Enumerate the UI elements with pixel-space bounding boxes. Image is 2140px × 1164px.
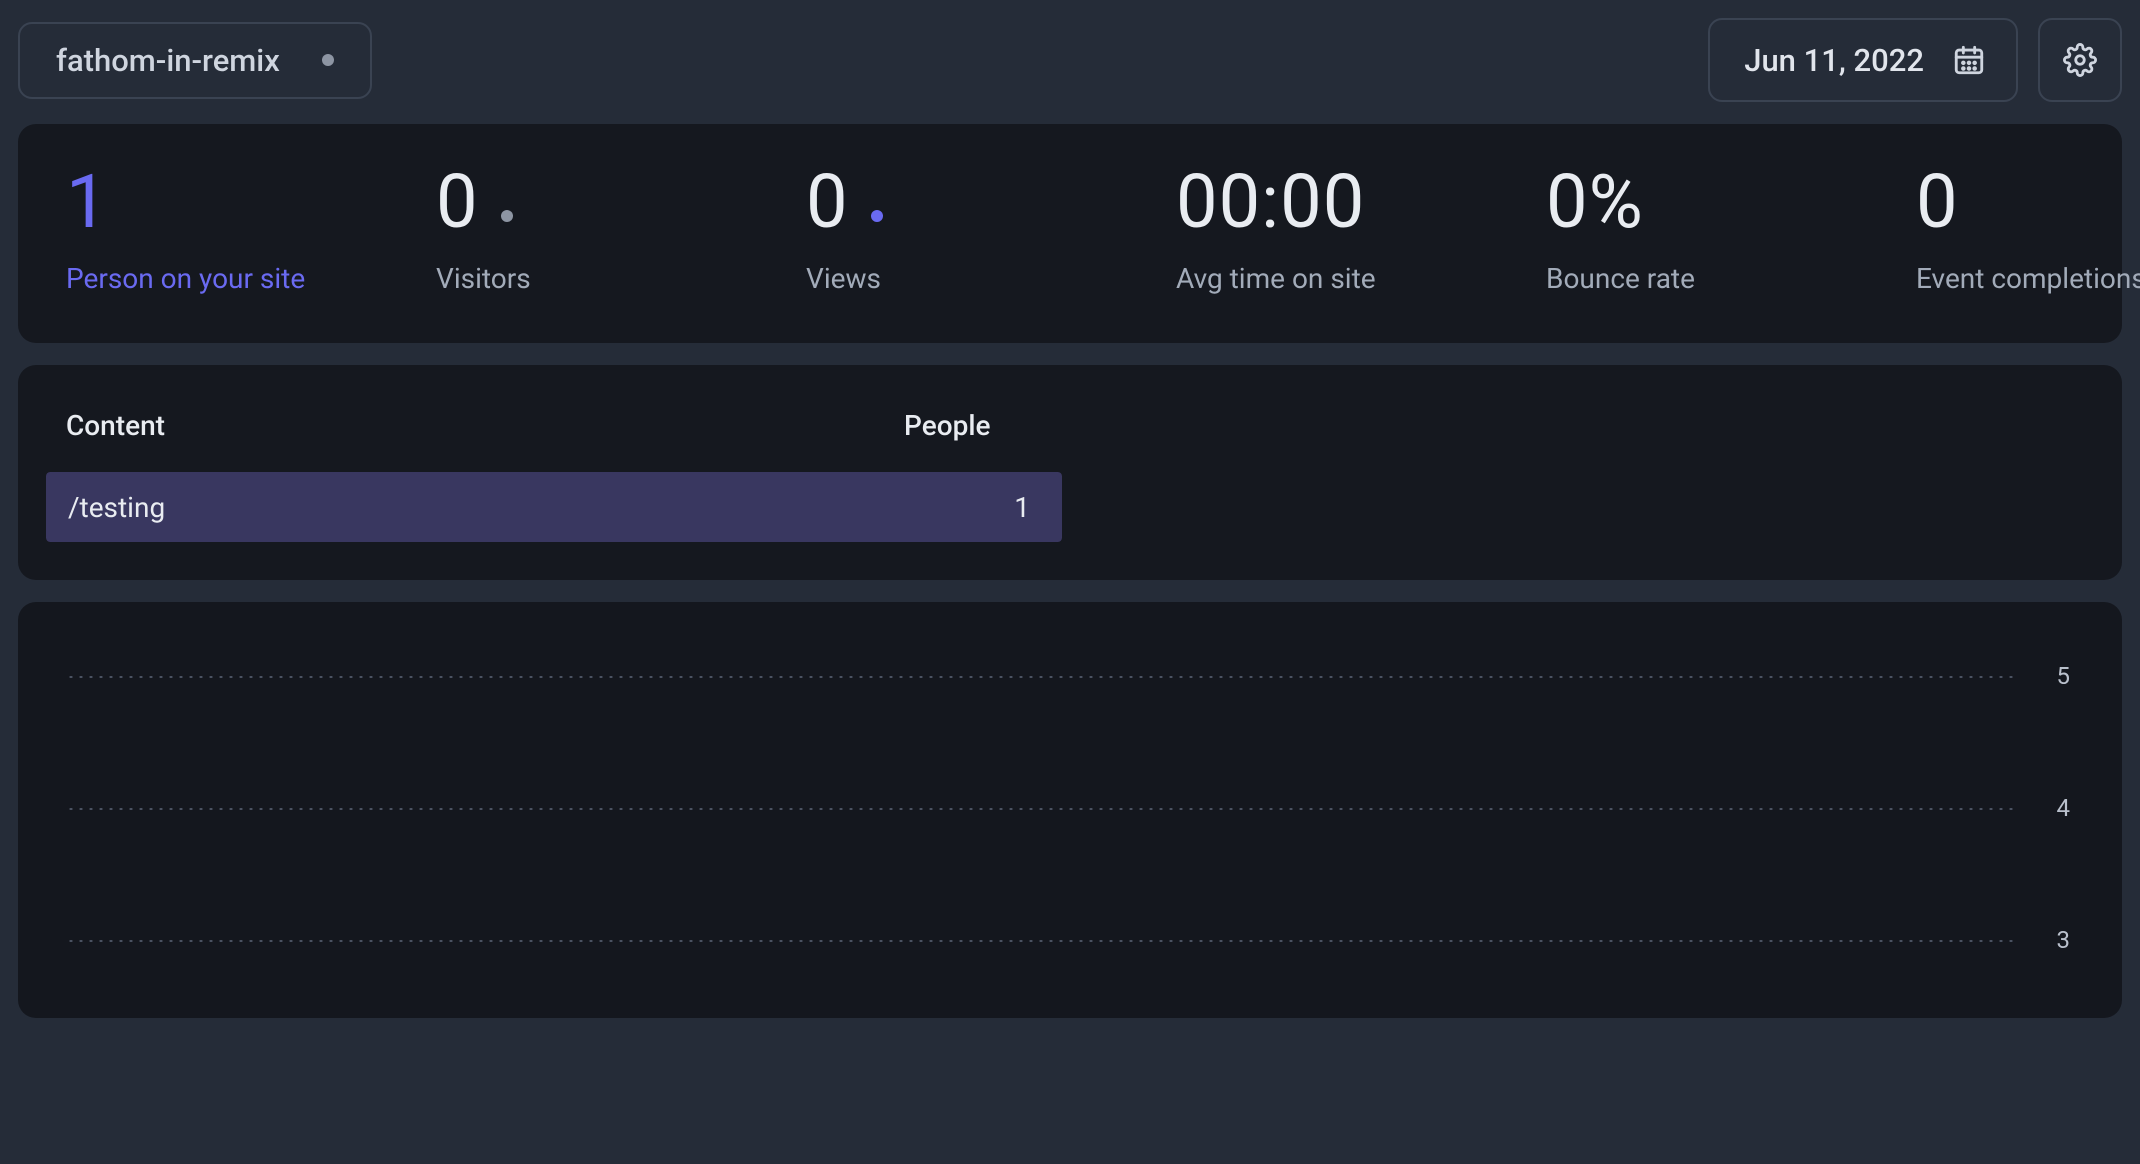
table-row[interactable]: /testing1 [46, 472, 1062, 542]
settings-button[interactable] [2038, 18, 2122, 102]
stat-label: Bounce rate [1546, 262, 1846, 295]
stat-label: Visitors [436, 262, 736, 295]
chart-y-tick-label: 5 [2057, 662, 2071, 690]
content-col-header: Content [66, 409, 904, 442]
stat-label: Person on your site [66, 262, 366, 295]
chart-gridline [66, 940, 2014, 942]
stat-person-on-site[interactable]: 1 Person on your site [66, 166, 366, 295]
stat-value: 1 [66, 166, 109, 240]
date-picker[interactable]: Jun 11, 2022 [1708, 18, 2018, 102]
row-path: /testing [46, 491, 1014, 524]
stat-bounce-rate[interactable]: 0% Bounce rate [1546, 166, 1846, 295]
content-panel: Content People /testing1 [18, 365, 2122, 580]
stat-label: Event completions [1916, 262, 2140, 295]
calendar-icon [1952, 43, 1986, 77]
stats-panel: 1 Person on your site 0 Visitors 0 Views… [18, 124, 2122, 343]
stat-value: 0 [1916, 166, 1959, 240]
chart-gridline [66, 676, 2014, 678]
stat-value: 00:00 [1176, 166, 1365, 240]
trend-dot-icon [871, 210, 883, 222]
row-people-count: 1 [1014, 491, 1062, 524]
chart-panel: 5 4 3 [18, 602, 2122, 1018]
stat-label: Views [806, 262, 1106, 295]
topbar: fathom-in-remix Jun 11, 2022 [18, 18, 2122, 102]
stat-event-completions[interactable]: 0 Event completions [1916, 166, 2140, 295]
site-selector[interactable]: fathom-in-remix [18, 22, 372, 99]
date-picker-label: Jun 11, 2022 [1744, 42, 1924, 79]
site-selector-label: fathom-in-remix [56, 42, 280, 79]
people-col-header: People [904, 409, 1044, 442]
stat-avg-time[interactable]: 00:00 Avg time on site [1176, 166, 1476, 295]
trend-dot-icon [501, 210, 513, 222]
chart-gridline [66, 808, 2014, 810]
stat-value: 0 [436, 166, 479, 240]
stat-value: 0% [1546, 166, 1644, 240]
stat-value: 0 [806, 166, 849, 240]
site-selector-status-dot [322, 54, 334, 66]
content-table-header: Content People [18, 365, 2122, 472]
chart-area[interactable]: 5 4 3 [66, 652, 2074, 1018]
chart-y-tick-label: 3 [2057, 926, 2071, 954]
topbar-right: Jun 11, 2022 [1708, 18, 2122, 102]
stat-label: Avg time on site [1176, 262, 1476, 295]
gear-icon [2063, 43, 2097, 77]
stat-views[interactable]: 0 Views [806, 166, 1106, 295]
chart-y-tick-label: 4 [2057, 794, 2071, 822]
stat-visitors[interactable]: 0 Visitors [436, 166, 736, 295]
content-table-body: /testing1 [18, 472, 2122, 542]
